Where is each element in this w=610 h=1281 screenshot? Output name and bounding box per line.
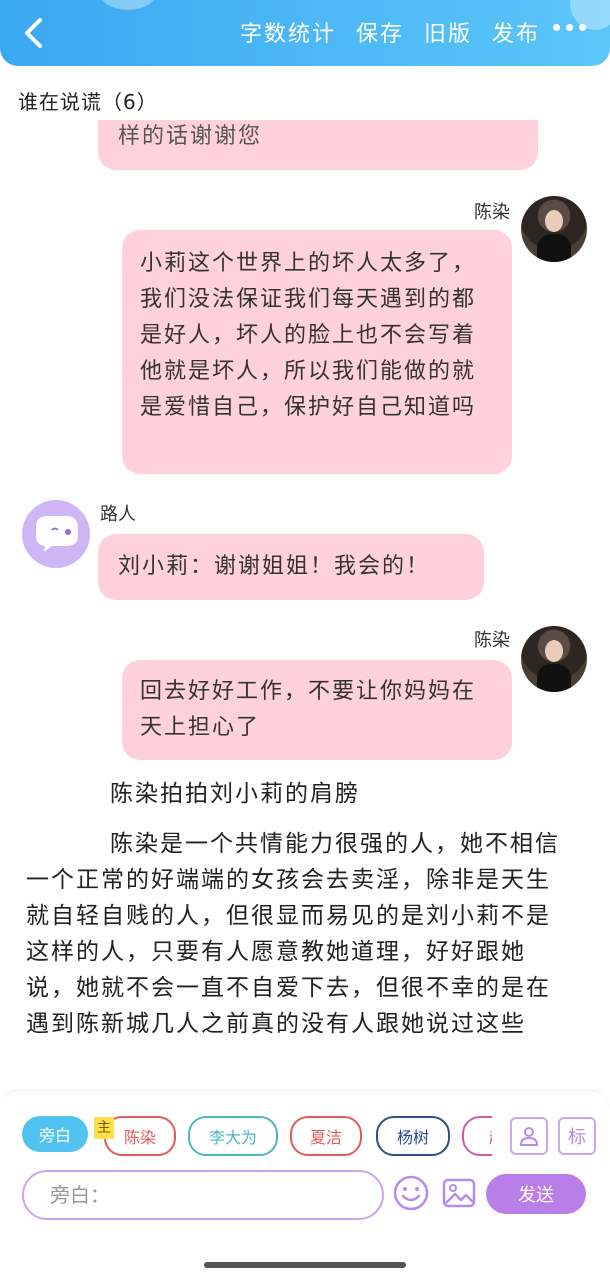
message-bubble-partial: 样的话谢谢您 [98, 120, 538, 170]
main-role-badge: 主 [94, 1117, 114, 1139]
message-bubble[interactable]: 小莉这个世界上的坏人太多了，我们没法保证我们每天遇到的都是好人，坏人的脸上也不会… [122, 230, 512, 474]
message-input[interactable] [48, 1172, 352, 1218]
more-button[interactable] [553, 24, 586, 31]
add-role-button[interactable] [510, 1117, 548, 1155]
speaker-name: 陈染 [474, 202, 510, 223]
avatar[interactable] [521, 196, 587, 262]
old-version-button[interactable]: 旧版 [424, 16, 472, 48]
message-text: 小莉这个世界上的坏人太多了，我们没法保证我们每天遇到的都是好人，坏人的脸上也不会… [140, 251, 477, 420]
back-button[interactable] [18, 16, 50, 50]
chevron-left-icon [25, 18, 42, 48]
avatar[interactable] [521, 626, 587, 692]
send-button[interactable]: 发送 [486, 1174, 586, 1214]
avatar-face [545, 640, 563, 662]
speaker-name: 陈染 [474, 630, 510, 651]
dot [553, 24, 560, 31]
person-icon [519, 1127, 539, 1146]
avatar-face [545, 210, 563, 232]
speaker-name: 路人 [100, 504, 136, 525]
chat-bubble-icon [36, 516, 78, 552]
tag-button[interactable]: 标 [558, 1117, 596, 1155]
role-chip-chenran[interactable]: 陈染 [104, 1116, 176, 1156]
avatar-body [537, 234, 571, 262]
smiley-icon [393, 1175, 429, 1211]
message-input-box [22, 1170, 384, 1220]
narration-paragraph: 陈染是一个共情能力很强的人，她不相信一个正常的好端端的女孩会去卖淫，除非是天生就… [26, 831, 560, 1037]
role-chip-lidawei[interactable]: 李大为 [188, 1116, 278, 1156]
role-chip-yangshu[interactable]: 杨树 [376, 1116, 450, 1156]
dot [566, 24, 573, 31]
role-chip-zhao[interactable]: 赵 [462, 1116, 492, 1156]
decoration [98, 0, 158, 10]
image-button[interactable] [440, 1174, 478, 1212]
chip-overflow-clip: 赵 [462, 1116, 492, 1156]
word-count-button[interactable]: 字数统计 [240, 16, 336, 48]
image-icon [442, 1178, 476, 1208]
message-text: 回去好好工作，不要让你妈妈在天上担心了 [140, 679, 477, 740]
avatar[interactable] [22, 500, 90, 568]
message-bubble[interactable]: 刘小莉：谢谢姐姐！我会的！ [98, 534, 484, 600]
dot [579, 24, 586, 31]
role-chip-xiajie[interactable]: 夏洁 [290, 1116, 362, 1156]
avatar-body [537, 664, 571, 692]
publish-button[interactable]: 发布 [492, 16, 540, 48]
role-chip-narrator[interactable]: 旁白 [22, 1116, 88, 1152]
top-bar: 字数统计 保存 旧版 发布 [0, 0, 610, 66]
narration-line: 陈染拍拍刘小莉的肩膀 [110, 781, 360, 807]
emoji-button[interactable] [392, 1174, 430, 1212]
message-text: 样的话谢谢您 [118, 124, 263, 149]
home-indicator [204, 1262, 406, 1268]
top-actions: 字数统计 保存 旧版 发布 [240, 16, 540, 48]
page-title: 谁在说谎（6） [18, 90, 158, 114]
message-bubble[interactable]: 回去好好工作，不要让你妈妈在天上担心了 [122, 660, 512, 760]
message-text: 刘小莉：谢谢姐姐！我会的！ [118, 554, 431, 579]
save-button[interactable]: 保存 [356, 16, 404, 48]
